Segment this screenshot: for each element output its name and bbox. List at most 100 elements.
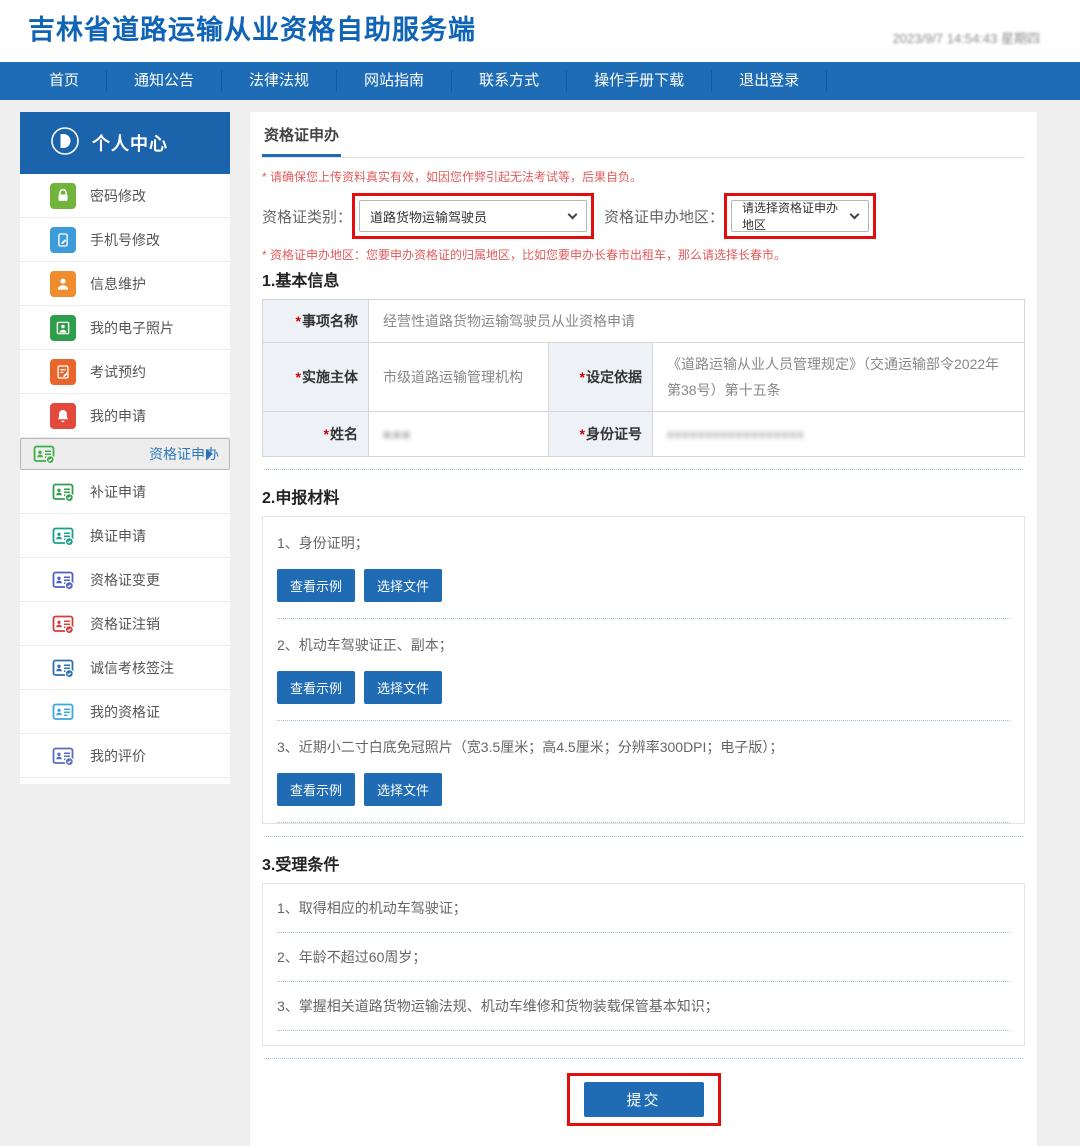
exam-doc-icon — [50, 359, 76, 385]
sidebar-item-我的资格证[interactable]: 我的资格证 — [20, 690, 230, 734]
divider — [264, 1058, 1023, 1059]
id-card-icon — [50, 611, 76, 637]
sidebar-item-label: 密码修改 — [90, 186, 146, 206]
id-number-label: *身份证号 — [549, 412, 653, 457]
condition-item: 2、年龄不超过60周岁； — [277, 933, 1010, 982]
basic-info-title: 1.基本信息 — [262, 267, 1025, 291]
id-card-icon — [50, 699, 76, 725]
item-name-label: *事项名称 — [263, 300, 369, 343]
material-item: 1、身份证明； 查看示例选择文件 — [277, 517, 1010, 619]
condition-item-text: 3、掌握相关道路货物运输法规、机动车维修和货物装载保管基本知识； — [277, 996, 1010, 1016]
category-selected-value: 道路货物运输驾驶员 — [370, 207, 487, 226]
sidebar-item-补证申请[interactable]: 补证申请 — [20, 470, 230, 514]
id-card-icon — [50, 567, 76, 593]
tab-qualification-apply[interactable]: 资格证申办 — [262, 112, 341, 157]
choose-file-button[interactable]: 选择文件 — [364, 773, 442, 806]
personal-center-icon — [50, 126, 80, 161]
legal-basis-value: 《道路运输从业人员管理规定》（交通运输部令2022年第38号）第十五条 — [653, 343, 1025, 412]
sidebar-item-我的申请[interactable]: 我的申请 — [20, 394, 230, 438]
divider — [264, 469, 1023, 470]
material-item-text: 3、近期小二寸白底免冠照片（宽3.5厘米；高4.5厘米；分辨率300DPI；电子… — [277, 737, 1010, 757]
sidebar-item-密码修改[interactable]: 密码修改 — [20, 174, 230, 218]
sidebar-item-label: 手机号修改 — [90, 230, 160, 250]
upload-warning-text: * 请确保您上传资料真实有效，如因您作弊引起无法考试等，后果自负。 — [262, 168, 1025, 185]
nav-item[interactable]: 退出登录 — [712, 70, 827, 92]
legal-basis-label: *设定依据 — [549, 343, 653, 412]
material-item-text: 1、身份证明； — [277, 533, 1010, 553]
chevron-down-icon — [568, 210, 578, 220]
view-example-button[interactable]: 查看示例 — [277, 773, 355, 806]
sidebar-header-label: 个人中心 — [92, 130, 168, 156]
materials-panel: 1、身份证明；查看示例选择文件2、机动车驾驶证正、副本；查看示例选择文件3、近期… — [262, 516, 1025, 824]
category-label: 资格证类别： — [262, 206, 352, 227]
divider — [277, 822, 1010, 823]
sidebar-item-资格证注销[interactable]: 资格证注销 — [20, 602, 230, 646]
sidebar-item-label: 资格证变更 — [90, 570, 160, 590]
sidebar-item-诚信考核签注[interactable]: 诚信考核签注 — [20, 646, 230, 690]
site-title: 吉林省道路运输从业资格自助服务端 — [28, 8, 476, 47]
sidebar-item-资格证变更[interactable]: 资格证变更 — [20, 558, 230, 602]
sidebar-item-信息维护[interactable]: 信息维护 — [20, 262, 230, 306]
condition-item: 3、掌握相关道路货物运输法规、机动车维修和货物装载保管基本知识； — [277, 982, 1010, 1031]
submit-annotation-box: 提交 — [567, 1073, 721, 1126]
sidebar: 个人中心 密码修改手机号修改信息维护我的电子照片考试预约我的申请资格证申办补证申… — [20, 112, 230, 784]
view-example-button[interactable]: 查看示例 — [277, 569, 355, 602]
region-selected-value: 请选择资格证申办地区 — [742, 199, 841, 233]
sidebar-item-label: 换证申请 — [90, 526, 146, 546]
nav-item[interactable]: 联系方式 — [452, 70, 567, 92]
nav-item[interactable]: 网站指南 — [337, 70, 452, 92]
materials-title: 2.申报材料 — [262, 484, 1025, 508]
id-card-icon — [50, 655, 76, 681]
condition-item-text: 1、取得相应的机动车驾驶证； — [277, 898, 1010, 918]
sidebar-item-考试预约[interactable]: 考试预约 — [20, 350, 230, 394]
sidebar-item-label: 我的评价 — [90, 746, 146, 766]
view-example-button[interactable]: 查看示例 — [277, 671, 355, 704]
sidebar-item-手机号修改[interactable]: 手机号修改 — [20, 218, 230, 262]
main-content: 资格证申办 * 请确保您上传资料真实有效，如因您作弊引起无法考试等，后果自负。 … — [250, 112, 1037, 1146]
sidebar-item-label: 我的电子照片 — [90, 318, 174, 338]
condition-item-text: 2、年龄不超过60周岁； — [277, 947, 1010, 967]
page-header: 吉林省道路运输从业资格自助服务端 2023/9/7 14:54:43 星期四 — [0, 0, 1080, 62]
submit-button[interactable]: 提交 — [584, 1082, 704, 1117]
choose-file-button[interactable]: 选择文件 — [364, 671, 442, 704]
chevron-down-icon — [850, 210, 860, 220]
name-value: ●●● — [369, 412, 549, 457]
region-annotation-box: 请选择资格证申办地区 — [724, 193, 876, 239]
table-row: *姓名 ●●● *身份证号 ●●●●●●●●●●●●●●●●●● — [263, 412, 1025, 457]
chevron-right-icon — [206, 449, 213, 459]
sidebar-header: 个人中心 — [20, 112, 230, 174]
conditions-title: 3.受理条件 — [262, 851, 1025, 875]
table-row: *事项名称 经营性道路货物运输驾驶员从业资格申请 — [263, 300, 1025, 343]
category-select[interactable]: 道路货物运输驾驶员 — [359, 200, 587, 232]
region-label: 资格证申办地区： — [604, 206, 724, 227]
sidebar-item-label: 补证申请 — [90, 482, 146, 502]
sidebar-item-我的评价[interactable]: 我的评价 — [20, 734, 230, 778]
nav-item[interactable]: 通知公告 — [107, 70, 222, 92]
id-card-icon — [50, 523, 76, 549]
table-row: *实施主体 市级道路运输管理机构 *设定依据 《道路运输从业人员管理规定》（交通… — [263, 343, 1025, 412]
sidebar-item-我的电子照片[interactable]: 我的电子照片 — [20, 306, 230, 350]
sidebar-item-资格证申办[interactable]: 资格证申办 — [20, 438, 230, 470]
nav-item[interactable]: 法律法规 — [222, 70, 337, 92]
photo-id-icon — [50, 315, 76, 341]
id-card-icon — [31, 441, 57, 467]
region-select[interactable]: 请选择资格证申办地区 — [731, 200, 869, 232]
user-icon — [50, 271, 76, 297]
sidebar-item-label: 我的申请 — [90, 406, 146, 426]
sidebar-item-label: 考试预约 — [90, 362, 146, 382]
name-label: *姓名 — [263, 412, 369, 457]
sidebar-item-label: 信息维护 — [90, 274, 146, 294]
material-item: 3、近期小二寸白底免冠照片（宽3.5厘米；高4.5厘米；分辨率300DPI；电子… — [277, 721, 1010, 823]
choose-file-button[interactable]: 选择文件 — [364, 569, 442, 602]
nav-item[interactable]: 操作手册下载 — [567, 70, 712, 92]
nav-item[interactable]: 首页 — [22, 70, 107, 92]
bell-icon — [50, 403, 76, 429]
current-datetime: 2023/9/7 14:54:43 星期四 — [893, 28, 1040, 47]
id-card-icon — [50, 743, 76, 769]
conditions-panel: 1、取得相应的机动车驾驶证； 2、年龄不超过60周岁； 3、掌握相关道路货物运输法规… — [262, 883, 1025, 1046]
implementer-label: *实施主体 — [263, 343, 369, 412]
id-card-icon — [50, 479, 76, 505]
sidebar-item-换证申请[interactable]: 换证申请 — [20, 514, 230, 558]
phone-edit-icon — [50, 227, 76, 253]
divider — [277, 1030, 1010, 1031]
